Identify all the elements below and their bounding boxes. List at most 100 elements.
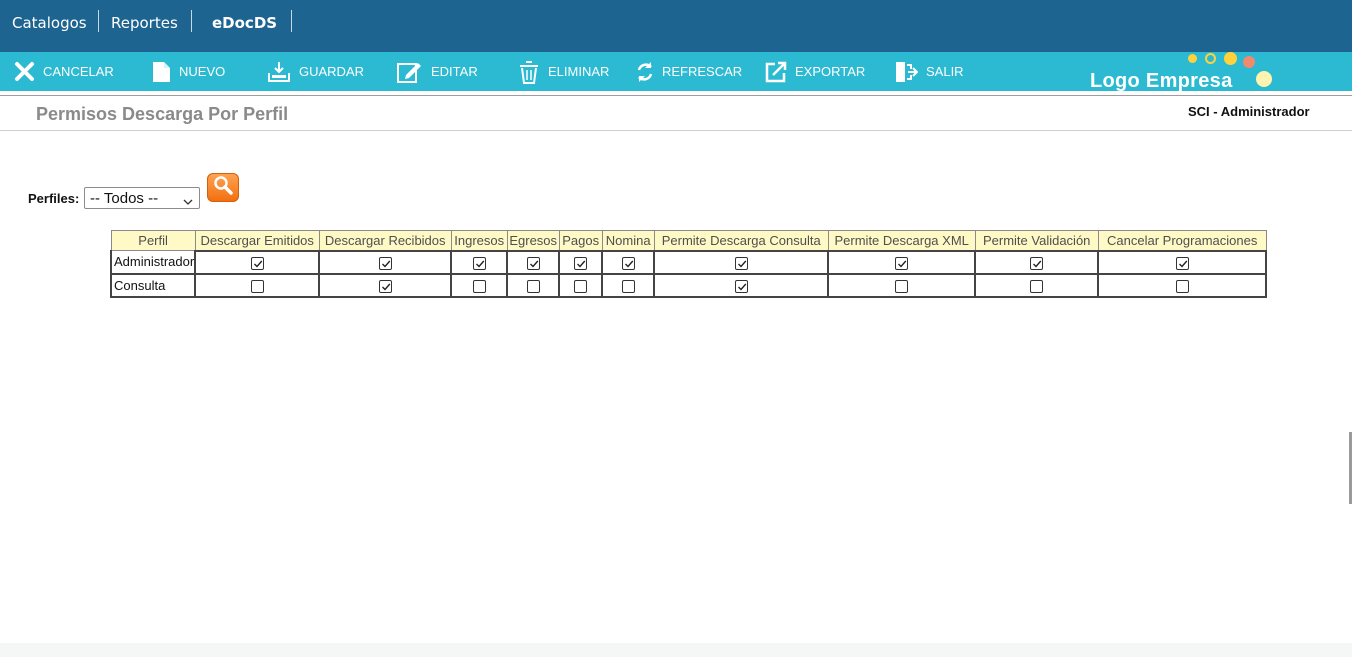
checkbox-checked[interactable] bbox=[1175, 256, 1189, 270]
checkbox-checked[interactable] bbox=[734, 256, 748, 270]
save-icon bbox=[267, 60, 299, 84]
checkmark-icon bbox=[475, 260, 485, 268]
checkbox-unchecked[interactable] bbox=[621, 279, 635, 293]
column-header: Permite Descarga XML bbox=[827, 230, 976, 251]
checkmark-icon bbox=[253, 260, 263, 268]
permission-cell bbox=[450, 249, 509, 275]
permission-cell bbox=[558, 272, 604, 298]
checkbox-checked[interactable] bbox=[621, 256, 635, 270]
cancel-button[interactable]: CANCELAR bbox=[14, 52, 114, 91]
profiles-select[interactable]: -- Todos -- bbox=[84, 187, 200, 209]
checkbox-unchecked[interactable] bbox=[472, 279, 486, 293]
cancel-label: CANCELAR bbox=[43, 64, 114, 79]
menu-reportes[interactable]: Reportes bbox=[111, 14, 178, 32]
checkbox-unchecked[interactable] bbox=[1030, 279, 1044, 293]
permission-cell bbox=[318, 249, 453, 275]
table-row: Consulta bbox=[109, 272, 1268, 298]
company-logo: Logo Empresa bbox=[1090, 52, 1275, 92]
checkbox-checked[interactable] bbox=[526, 256, 540, 270]
permission-cell bbox=[194, 272, 321, 298]
current-user-label: SCI - Administrador bbox=[1188, 104, 1310, 119]
exit-icon bbox=[894, 60, 926, 84]
checkmark-icon bbox=[381, 283, 391, 291]
column-header: Descargar Recibidos bbox=[318, 230, 452, 251]
refresh-button[interactable]: REFRESCAR bbox=[636, 52, 742, 91]
menu-catalogos[interactable]: Catalogos bbox=[12, 14, 87, 32]
divider bbox=[0, 95, 1352, 96]
logo-text: Logo Empresa bbox=[1090, 70, 1233, 92]
checkbox-checked[interactable] bbox=[250, 256, 264, 270]
checkbox-unchecked[interactable] bbox=[895, 279, 909, 293]
logo-dot bbox=[1256, 71, 1272, 87]
logo-dot bbox=[1188, 54, 1197, 63]
checkmark-icon bbox=[737, 260, 747, 268]
export-label: EXPORTAR bbox=[795, 64, 866, 79]
checkbox-checked[interactable] bbox=[472, 256, 486, 270]
permission-cell bbox=[506, 272, 561, 298]
permission-cell bbox=[601, 249, 656, 275]
checkbox-unchecked[interactable] bbox=[526, 279, 540, 293]
permission-cell bbox=[1097, 249, 1268, 275]
checkbox-checked[interactable] bbox=[574, 256, 588, 270]
checkmark-icon bbox=[1178, 260, 1188, 268]
column-header: Ingresos bbox=[450, 230, 508, 251]
footer-strip bbox=[0, 643, 1352, 657]
permission-cell bbox=[450, 272, 509, 298]
refresh-label: REFRESCAR bbox=[662, 64, 743, 79]
column-header: Descargar Emitidos bbox=[194, 230, 320, 251]
checkbox-unchecked[interactable] bbox=[574, 279, 588, 293]
profiles-select-value: -- Todos -- bbox=[90, 189, 159, 207]
trash-icon bbox=[518, 59, 548, 85]
edit-label: EDITAR bbox=[431, 64, 478, 79]
export-icon bbox=[765, 61, 795, 83]
checkmark-icon bbox=[1033, 260, 1042, 268]
new-button[interactable]: NUEVO bbox=[152, 52, 225, 91]
permission-cell bbox=[653, 272, 830, 298]
permission-cell bbox=[653, 249, 830, 275]
profile-name-cell: Consulta bbox=[109, 273, 197, 298]
checkbox-checked[interactable] bbox=[378, 256, 392, 270]
checkbox-unchecked[interactable] bbox=[250, 279, 264, 293]
logo-dot bbox=[1243, 56, 1255, 68]
edit-button[interactable]: EDITAR bbox=[396, 52, 478, 91]
checkbox-unchecked[interactable] bbox=[1175, 279, 1189, 293]
save-button[interactable]: GUARDAR bbox=[267, 52, 364, 91]
permission-cell bbox=[601, 272, 656, 298]
menu-separator bbox=[191, 10, 192, 32]
checkbox-checked[interactable] bbox=[378, 279, 392, 293]
checkmark-icon bbox=[624, 260, 634, 268]
checkbox-checked[interactable] bbox=[734, 279, 748, 293]
checkmark-icon bbox=[529, 260, 539, 268]
permission-cell bbox=[827, 249, 977, 275]
save-label: GUARDAR bbox=[299, 64, 365, 79]
delete-button[interactable]: ELIMINAR bbox=[518, 52, 609, 91]
permission-cell bbox=[1097, 272, 1268, 298]
checkbox-checked[interactable] bbox=[895, 256, 909, 270]
edit-icon bbox=[396, 60, 431, 84]
permission-cell bbox=[974, 249, 1100, 275]
permission-cell bbox=[974, 272, 1100, 298]
column-header: Cancelar Programaciones bbox=[1097, 230, 1267, 251]
menu-edocds[interactable]: eDocDS bbox=[212, 14, 277, 32]
checkmark-icon bbox=[737, 283, 747, 291]
checkbox-checked[interactable] bbox=[1030, 256, 1044, 270]
exit-button[interactable]: SALIR bbox=[894, 52, 964, 91]
checkmark-icon bbox=[577, 260, 586, 268]
permission-cell bbox=[827, 272, 977, 298]
permission-cell bbox=[318, 272, 453, 298]
logo-dot bbox=[1205, 53, 1216, 64]
checkmark-icon bbox=[898, 260, 907, 268]
column-header: Permite Validación bbox=[974, 230, 1099, 251]
column-header: Pagos bbox=[558, 230, 603, 251]
menu-separator bbox=[291, 10, 292, 32]
permission-cell bbox=[194, 249, 321, 275]
action-toolbar: CANCELAR NUEVO GUARDAR EDITAR ELIMINAR R… bbox=[0, 52, 1352, 92]
checkmark-icon bbox=[381, 260, 391, 268]
column-header: Egresos bbox=[506, 230, 560, 251]
top-menu-bar: Catalogos Reportes eDocDS bbox=[0, 0, 1352, 52]
search-button[interactable] bbox=[207, 173, 239, 202]
permission-cell bbox=[506, 249, 561, 275]
column-header: Nomina bbox=[601, 230, 655, 251]
export-button[interactable]: EXPORTAR bbox=[765, 52, 865, 91]
profile-name-cell: Administrador bbox=[109, 250, 197, 275]
